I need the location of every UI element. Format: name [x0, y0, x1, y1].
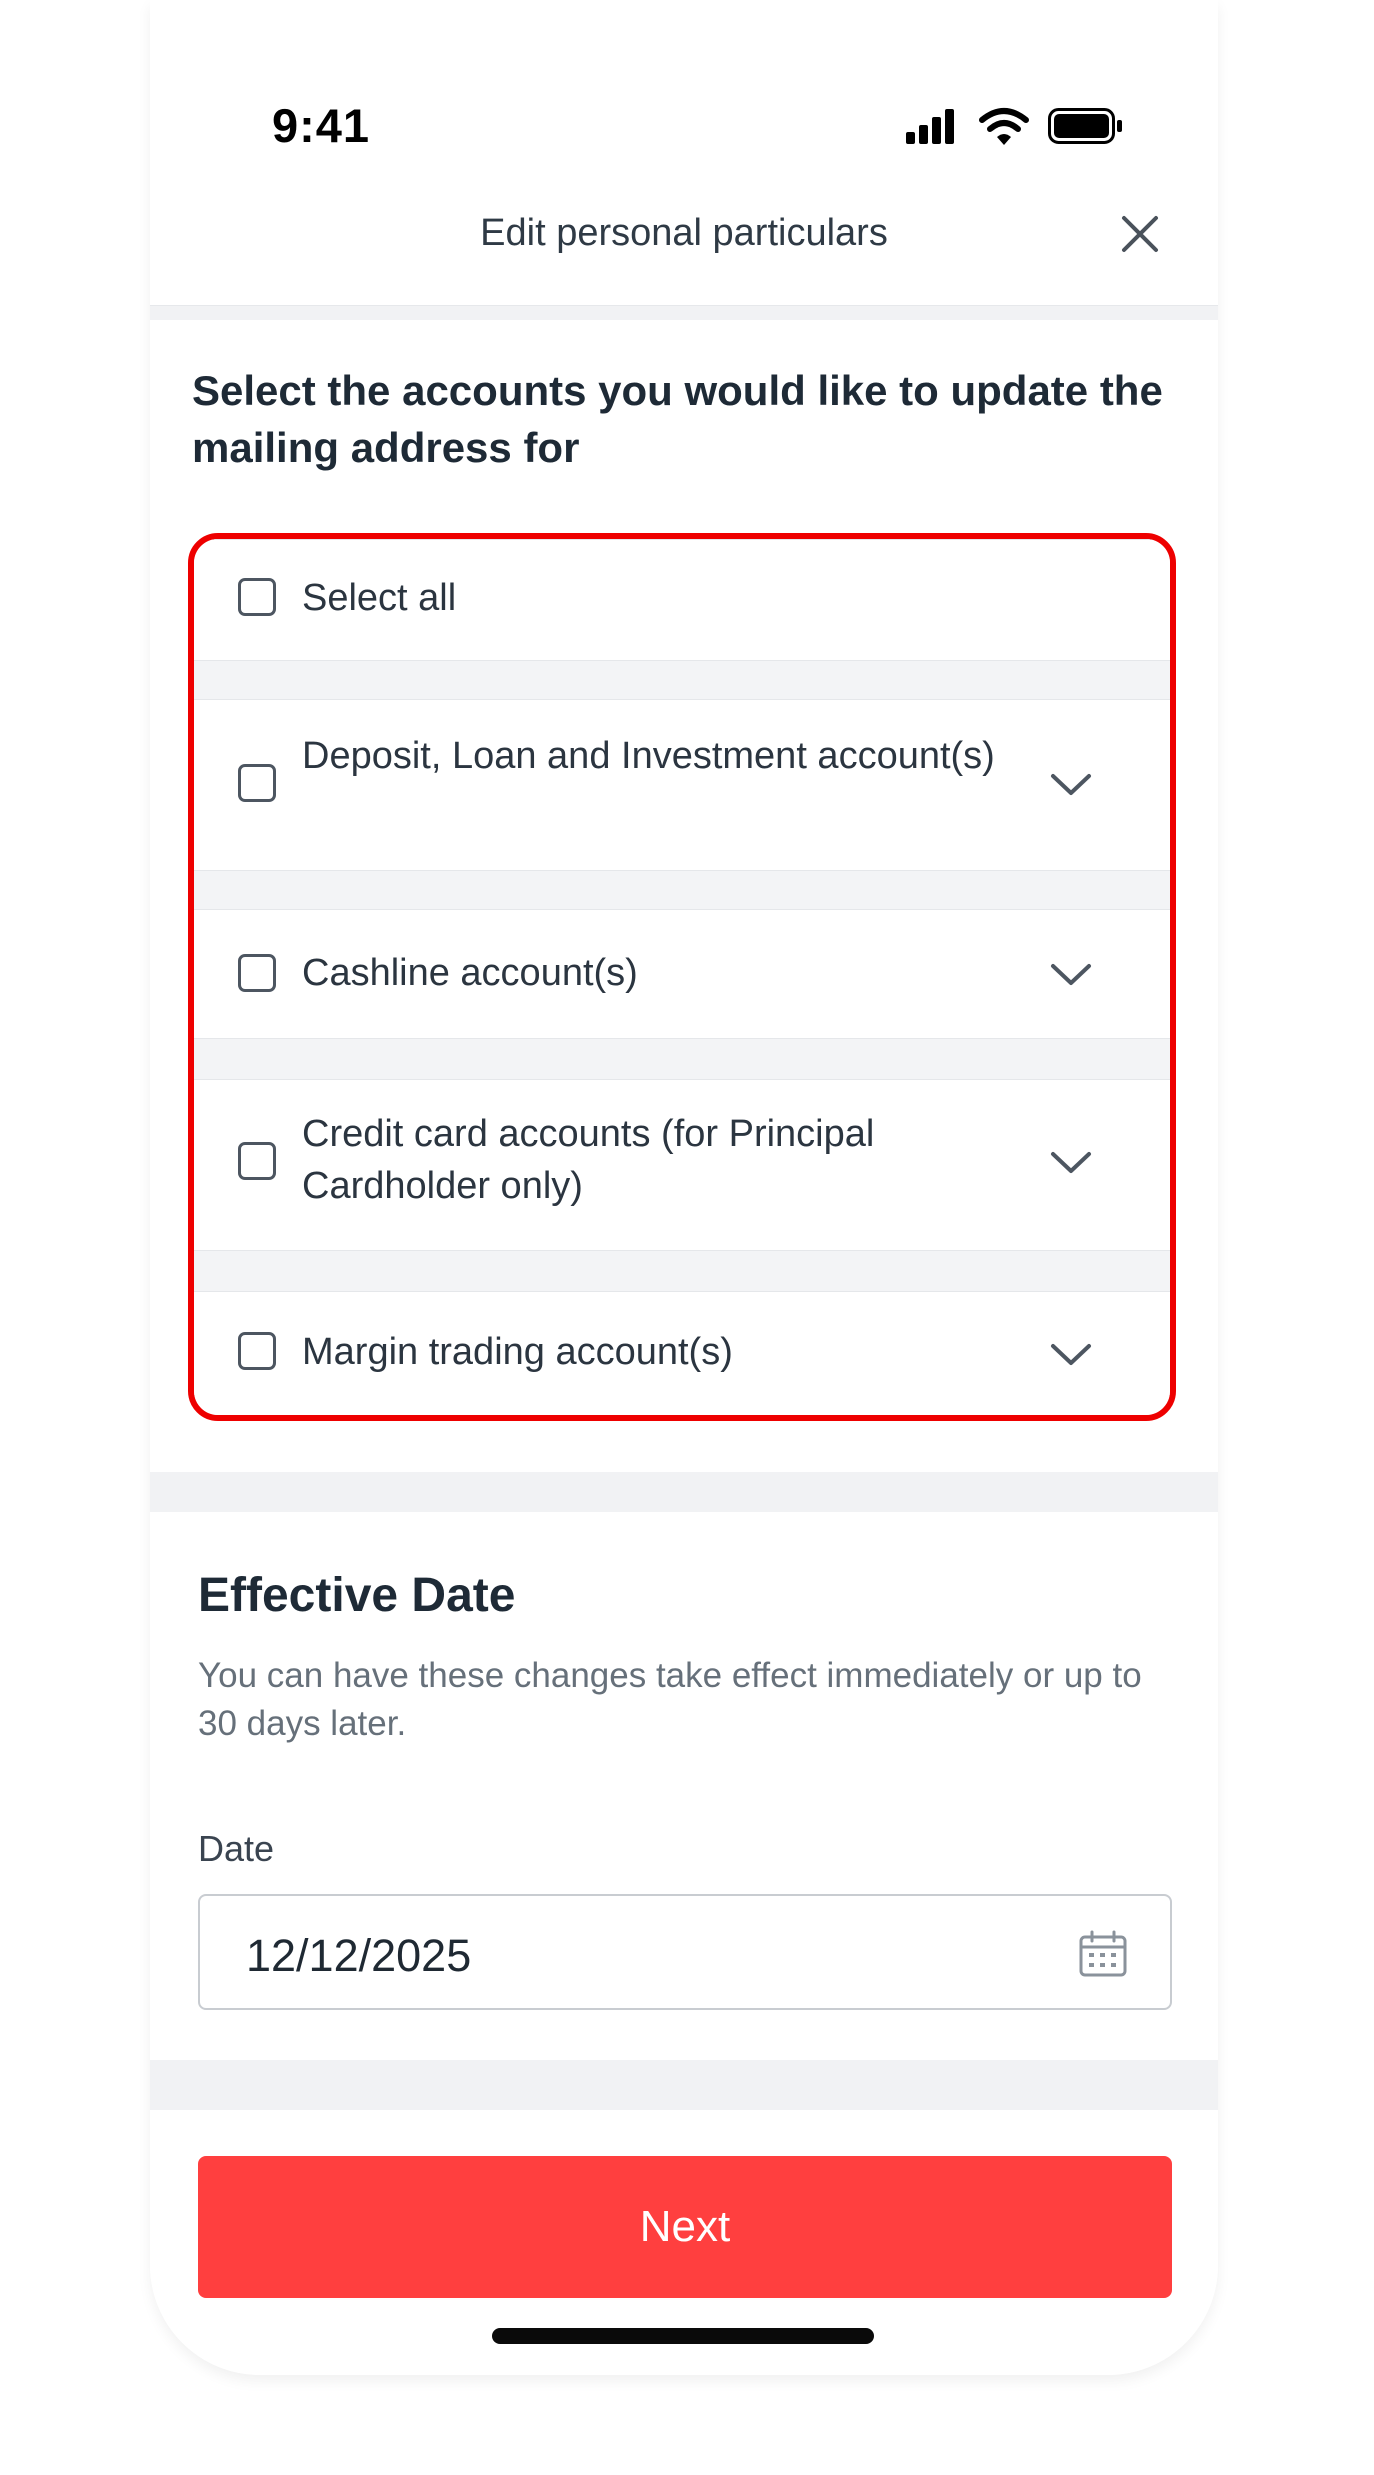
date-input[interactable]: 12/12/2025 [198, 1894, 1172, 2010]
cashline-checkbox[interactable] [238, 954, 276, 992]
next-button[interactable]: Next [198, 2156, 1172, 2298]
effective-date-description: You can have these changes take effect i… [198, 1656, 1142, 1743]
section-divider [150, 2060, 1218, 2110]
modal-header: Edit personal particulars [150, 160, 1218, 306]
select-all-checkbox[interactable] [238, 578, 276, 616]
account-row-label: Credit card accounts (for Principal Card… [302, 1113, 875, 1207]
calendar-icon[interactable] [1078, 1930, 1128, 1978]
account-row-label: Cashline account(s) [302, 952, 638, 994]
deposit-loan-investment-checkbox[interactable] [238, 764, 276, 802]
select-all-row[interactable]: Select all [194, 539, 1170, 661]
phone-screen: 9:41 Edit personal particulars Select th… [150, 0, 1218, 2375]
signal-icon [906, 109, 954, 144]
chevron-down-icon[interactable] [1049, 1150, 1093, 1176]
account-row-deposit-loan-investment[interactable]: Deposit, Loan and Investment account(s) [194, 699, 1170, 871]
margin-trading-checkbox[interactable] [238, 1332, 276, 1370]
status-time: 9:41 [272, 99, 371, 152]
accounts-heading: Select the accounts you would like to up… [192, 367, 1163, 471]
chevron-down-icon[interactable] [1049, 772, 1093, 798]
battery-icon [1048, 108, 1122, 144]
close-icon[interactable] [1118, 212, 1162, 256]
date-field-label: Date [198, 1828, 275, 1869]
wifi-icon [979, 108, 1029, 145]
status-icons [906, 108, 1122, 145]
section-divider [150, 1472, 1218, 1512]
select-all-label: Select all [302, 577, 457, 619]
section-divider [150, 306, 1218, 320]
home-indicator [492, 2328, 874, 2344]
credit-card-checkbox[interactable] [238, 1142, 276, 1180]
footer-bar: Next [150, 2110, 1218, 2375]
account-row-label: Deposit, Loan and Investment account(s) [302, 735, 995, 777]
chevron-down-icon[interactable] [1049, 1342, 1093, 1368]
account-row-margin-trading[interactable]: Margin trading account(s) [194, 1291, 1170, 1415]
status-bar: 9:41 [150, 0, 1218, 160]
effective-date-title: Effective Date [198, 1569, 516, 1622]
account-row-credit-card[interactable]: Credit card accounts (for Principal Card… [194, 1079, 1170, 1251]
chevron-down-icon[interactable] [1049, 962, 1093, 988]
account-row-cashline[interactable]: Cashline account(s) [194, 909, 1170, 1039]
page-title: Edit personal particulars [480, 212, 888, 254]
accounts-checklist: Select all Deposit, Loan and Investment … [188, 533, 1176, 1421]
account-row-label: Margin trading account(s) [302, 1331, 733, 1373]
date-input-value: 12/12/2025 [246, 1930, 472, 1981]
